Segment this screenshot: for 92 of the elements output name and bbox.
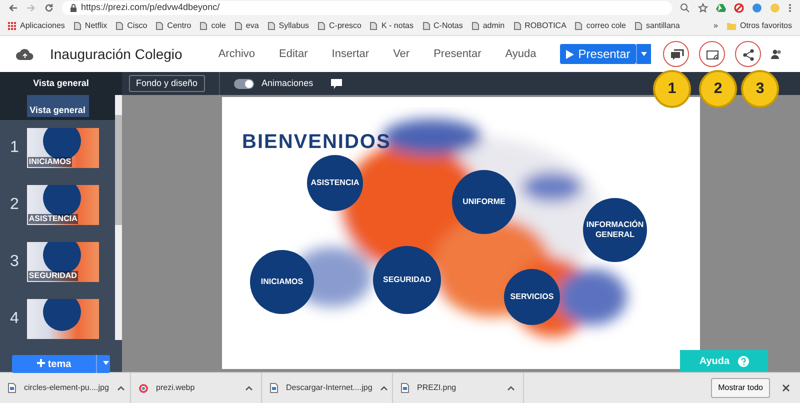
bookmark-link[interactable]: ROBOTICA (524, 20, 566, 32)
more-icon[interactable] (788, 3, 792, 13)
close-icon[interactable] (782, 384, 790, 392)
download-filename[interactable]: circles-element-pu....jpg (24, 382, 109, 394)
bookmark-link[interactable]: eva (246, 20, 259, 32)
add-topic-button[interactable]: tema (12, 355, 96, 373)
page-icon (635, 22, 642, 30)
menu-item[interactable]: Ver (393, 46, 410, 62)
dropdown-caret-button[interactable] (636, 44, 652, 64)
people-icon[interactable] (771, 49, 782, 59)
drive-icon[interactable] (716, 3, 726, 13)
overview-thumbnail[interactable]: Vista general (26, 95, 88, 117)
star-icon[interactable] (698, 3, 708, 13)
image-file-icon (270, 383, 278, 393)
page-icon (472, 22, 479, 30)
share-icon[interactable] (740, 46, 756, 62)
bookmark-link[interactable]: Centro (167, 20, 192, 32)
comments-icon[interactable] (668, 46, 684, 62)
block-icon[interactable] (734, 3, 744, 13)
topic-circle[interactable]: INICIAMOS (250, 250, 314, 314)
chevron-up-icon[interactable] (507, 386, 515, 390)
chevron-up-icon[interactable] (245, 386, 253, 390)
menu-item[interactable]: Insertar (332, 46, 370, 62)
bookmark-link[interactable]: Netflix (84, 20, 108, 32)
dropdown-caret-button[interactable] (96, 355, 110, 373)
bookmark-link[interactable]: C-Notas (434, 20, 463, 32)
download-filename[interactable]: prezi.webp (156, 382, 237, 394)
slide-number: 2 (10, 195, 19, 215)
menu-item[interactable]: Archivo (218, 46, 256, 62)
more-bookmarks-button[interactable]: » (714, 20, 718, 32)
page-icon (514, 22, 521, 30)
back-icon[interactable] (8, 3, 18, 13)
slide-number: 1 (10, 138, 19, 158)
chevron-up-icon[interactable] (380, 386, 388, 390)
bookmark-link[interactable]: Syllabus (278, 20, 310, 32)
bookmark-link[interactable]: santillana (646, 20, 680, 32)
page-icon (156, 22, 164, 30)
slide-number: 4 (10, 309, 19, 329)
caret-icon (641, 52, 648, 56)
background-design-button[interactable]: Fondo y diseño (129, 74, 205, 92)
comment-icon[interactable] (331, 78, 342, 88)
menu-item[interactable]: Presentar (434, 46, 482, 62)
bookmark-link[interactable]: K - notas (381, 20, 414, 32)
slide-thumbnail[interactable]: ASISTENCIA (26, 185, 99, 225)
page-icon (318, 22, 326, 30)
present-button[interactable]: Presentar (560, 44, 636, 64)
slide-thumbnail[interactable]: INICIAMOS (26, 128, 99, 168)
bookmark-link[interactable]: Aplicaciones (20, 20, 65, 32)
download-filename[interactable]: Descargar-Internet....jpg (286, 382, 372, 394)
apps-grid-icon[interactable] (8, 22, 16, 30)
cloud-icon (16, 48, 34, 60)
bookmark-link[interactable]: Cisco (127, 20, 148, 32)
play-icon (566, 50, 574, 58)
download-filename[interactable]: PREZI.png (417, 382, 499, 394)
reload-icon[interactable] (44, 3, 54, 13)
page-icon (116, 22, 124, 30)
bookmark-link[interactable]: Otros favoritos (740, 20, 792, 32)
page-icon (575, 22, 582, 30)
overview-tab[interactable]: Vista general (0, 72, 122, 95)
scrollbar[interactable] (115, 95, 122, 340)
lock-icon (70, 4, 77, 12)
presentation-title: Inauguración Colegio (50, 44, 182, 64)
image-file-icon (8, 383, 16, 393)
menu-item[interactable]: Editar (279, 46, 308, 62)
folder-icon (726, 22, 736, 30)
bookmark-link[interactable]: C-presco (329, 20, 362, 32)
slide-title: BIENVENIDOS (242, 130, 391, 155)
animations-toggle[interactable] (234, 78, 254, 88)
slide-thumbnail[interactable] (26, 299, 99, 339)
menu-item[interactable]: Ayuda (505, 46, 536, 62)
bookmark-link[interactable]: cole (211, 20, 226, 32)
slide-thumbnail[interactable]: SEGURIDAD (26, 242, 99, 282)
show-all-button[interactable]: Mostrar todo (711, 378, 770, 398)
topic-circle[interactable]: ASISTENCIA (307, 155, 363, 211)
image-file-icon (401, 383, 409, 393)
zoom-icon[interactable] (680, 3, 690, 13)
bookmark-link[interactable]: correo cole (586, 20, 626, 32)
page-icon (234, 22, 242, 30)
toggle-label: Animaciones (262, 76, 314, 90)
page-icon (200, 22, 208, 30)
topic-circle[interactable]: INFORMACIÓN GENERAL (583, 198, 647, 262)
caret-icon (103, 360, 109, 365)
chevron-up-icon[interactable] (116, 386, 125, 390)
page-icon (74, 22, 81, 30)
browser-logo-icon (139, 384, 148, 392)
plus-icon (36, 358, 45, 366)
page-icon (370, 22, 378, 30)
bookmark-link[interactable]: admin (482, 20, 505, 32)
page-icon (422, 22, 430, 30)
slide-number: 3 (10, 252, 19, 272)
page-icon (268, 22, 275, 30)
question-icon (738, 356, 749, 366)
